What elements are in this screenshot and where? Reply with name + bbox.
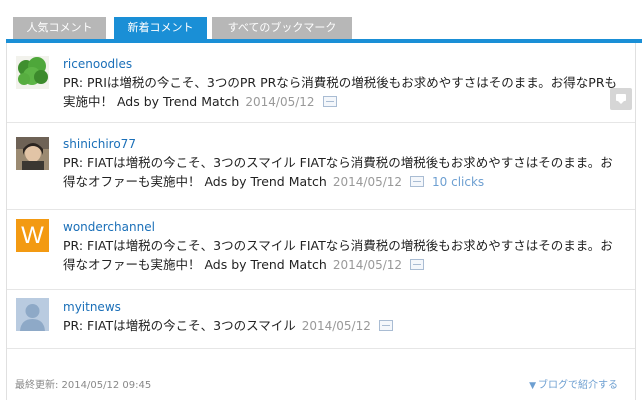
avatar[interactable]: W [16, 219, 49, 252]
list-item: myitnews PR: FIATは増税の今こそ、3つのスマイル 2014/05/… [7, 290, 635, 349]
tab-new-comments[interactable]: 新着コメント [114, 17, 207, 39]
triangle-down-icon: ▼ [529, 381, 536, 391]
comment-text: PR: PRIは増税の今こそ、3つのPR PRなら消費税の増税後もお求めやすさは… [63, 73, 625, 112]
user-link[interactable]: wonderchannel [63, 220, 155, 234]
list-item: W wonderchannel PR: FIATは増税の今こそ、3つのスマイル … [7, 210, 635, 290]
comment-date: 2014/05/12 [245, 95, 315, 109]
tab-popular-comments[interactable]: 人気コメント [13, 17, 106, 39]
w-logo: W [21, 222, 44, 249]
comment-bubble-icon[interactable] [610, 88, 632, 110]
comment-list-panel: ricenoodles PR: PRIは増税の今こそ、3つのPR PRなら消費税… [6, 43, 636, 400]
broccoli-image [16, 56, 49, 89]
avatar[interactable] [16, 298, 49, 331]
comment-body: PR: FIATは増税の今こそ、3つのスマイル [63, 318, 296, 333]
comment-date: 2014/05/12 [332, 175, 403, 189]
tab-all-bookmarks[interactable]: すべてのブックマーク [212, 17, 352, 39]
list-item: shinichiro77 PR: FIATは増税の今こそ、3つのスマイル FIA… [7, 123, 635, 210]
user-link[interactable]: myitnews [63, 300, 121, 314]
permalink-icon[interactable] [410, 259, 425, 270]
user-link[interactable]: shinichiro77 [63, 137, 136, 151]
clicks-link[interactable]: 10 clicks [432, 175, 484, 189]
comment-text: PR: FIATは増税の今こそ、3つのスマイル 2014/05/12 [63, 316, 625, 336]
person-photo [16, 137, 49, 170]
share-label: ブログで紹介する [538, 380, 618, 391]
list-item: ricenoodles PR: PRIは増税の今こそ、3つのPR PRなら消費税… [7, 43, 635, 123]
permalink-icon[interactable] [410, 176, 425, 187]
tab-bar: 人気コメント 新着コメント すべてのブックマーク [0, 0, 642, 43]
permalink-icon[interactable] [378, 320, 393, 331]
share-to-blog-link[interactable]: ▼ ブログで紹介する [529, 376, 618, 391]
default-user-silhouette [16, 298, 49, 331]
comment-text: PR: FIATは増税の今こそ、3つのスマイル FIATなら消費税の増税後もお求… [63, 153, 625, 192]
permalink-icon[interactable] [322, 96, 337, 107]
last-updated: 最終更新: 2014/05/12 09:45 [15, 380, 152, 391]
avatar[interactable] [16, 137, 49, 170]
avatar[interactable] [16, 56, 49, 89]
comment-date: 2014/05/12 [332, 258, 403, 272]
comment-body: PR: PRIは増税の今こそ、3つのPR PRなら消費税の増税後もお求めやすさは… [63, 75, 618, 109]
user-link[interactable]: ricenoodles [63, 57, 132, 71]
comment-text: PR: FIATは増税の今こそ、3つのスマイル FIATなら消費税の増税後もお求… [63, 236, 625, 275]
comment-date: 2014/05/12 [301, 319, 371, 333]
